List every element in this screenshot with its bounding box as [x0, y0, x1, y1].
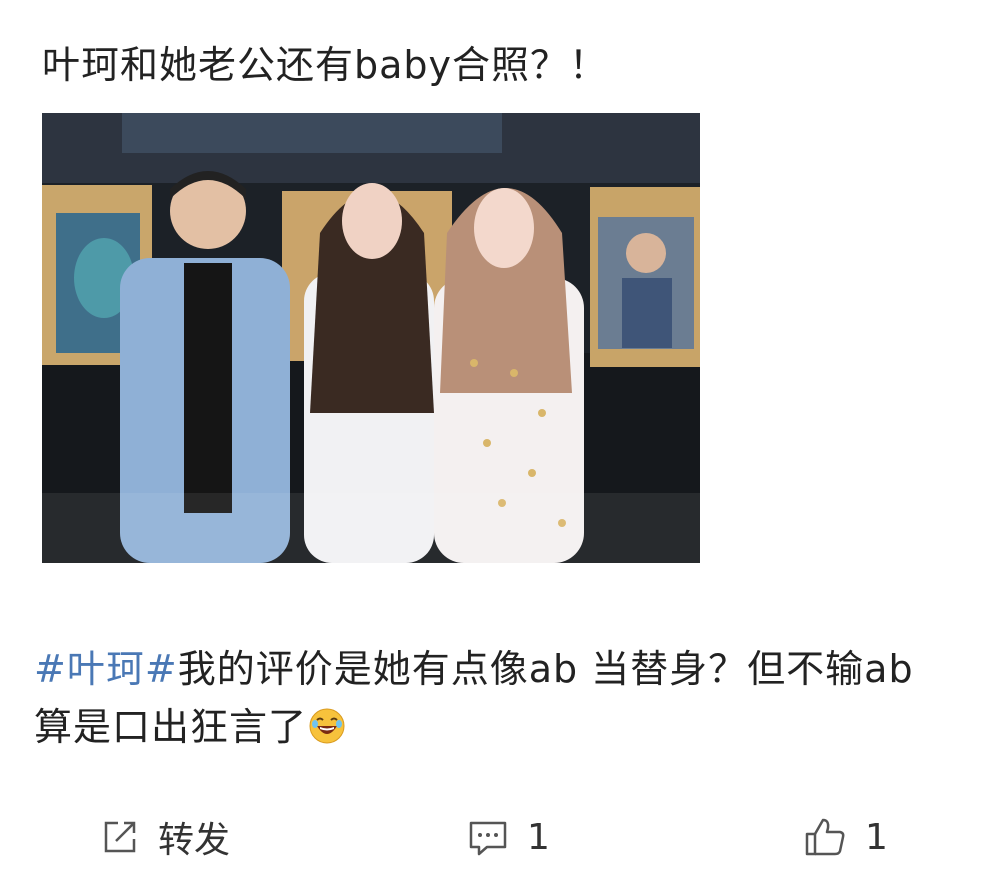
- photo-illustration: [42, 113, 700, 563]
- comment-button[interactable]: 1: [467, 805, 550, 869]
- post-text-line1: 我的评价是她有点像ab 当替身？但不输ab: [177, 647, 914, 691]
- comment-count: 1: [527, 816, 550, 858]
- repost-button[interactable]: 转发: [100, 805, 230, 869]
- weibo-post: 叶珂和她老公还有baby合照？！ #叶珂#我的评价是她有点像ab 当替身？但不输…: [0, 0, 1000, 895]
- thumbs-up-icon: [805, 818, 845, 856]
- repost-label: 转发: [158, 820, 231, 861]
- action-bar: 转发 1 1: [0, 805, 1000, 869]
- post-body: #叶珂#我的评价是她有点像ab 当替身？但不输ab 算是口出狂言了: [34, 640, 974, 756]
- like-count: 1: [865, 816, 888, 858]
- laughing-face-emoji-icon: [309, 708, 345, 744]
- like-button[interactable]: 1: [803, 805, 888, 869]
- hashtag-link[interactable]: #叶珂#: [34, 647, 178, 691]
- share-icon: [104, 821, 136, 853]
- post-photo[interactable]: [42, 113, 700, 563]
- comment-icon: [469, 821, 507, 856]
- post-title: 叶珂和她老公还有baby合照？！: [42, 43, 609, 87]
- post-text-line2: 算是口出狂言了: [34, 705, 308, 749]
